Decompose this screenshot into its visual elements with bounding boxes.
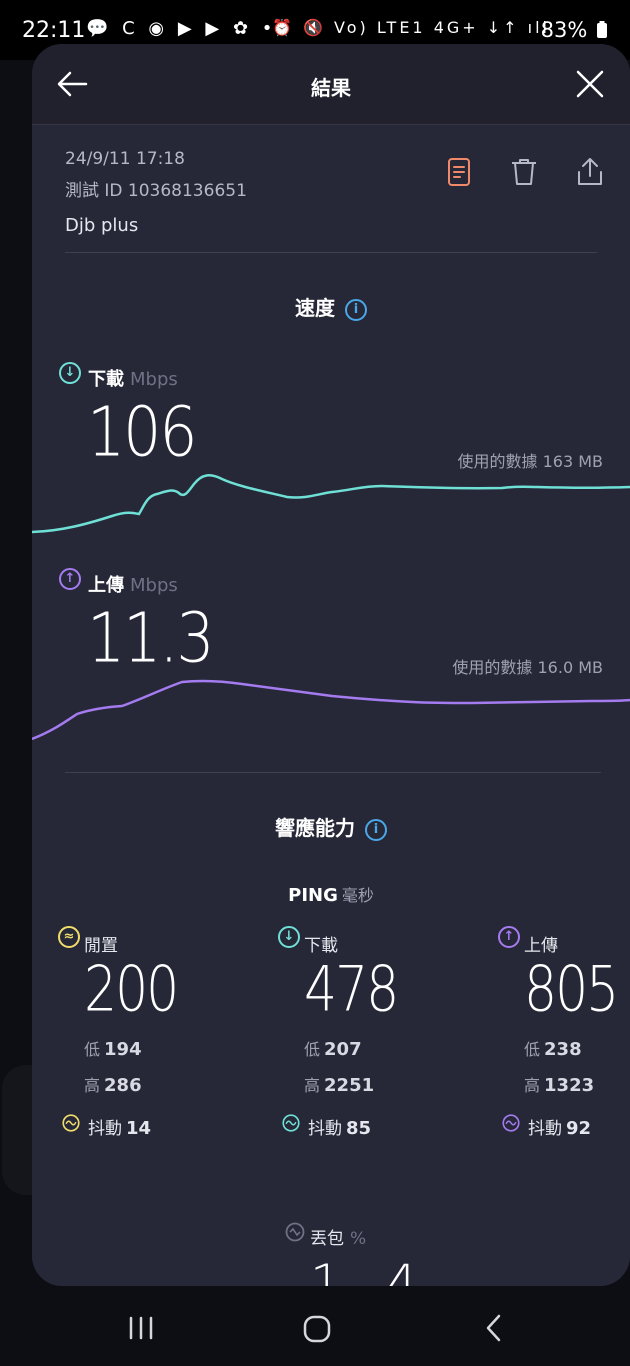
- upload-label-text: 上傳: [88, 575, 124, 596]
- upload-speed-value: 11.3: [87, 598, 215, 679]
- low-label: 低: [304, 1040, 321, 1059]
- idle-high: 高 286: [84, 1072, 142, 1096]
- battery-percent: 83%: [540, 18, 588, 42]
- upload-label: 上傳 Mbps: [88, 571, 178, 597]
- close-icon[interactable]: [570, 64, 610, 104]
- packet-loss-label: 丟包%: [310, 1224, 366, 1249]
- responsiveness-title-text: 響應能力: [275, 816, 355, 840]
- jitter-icon: [282, 1114, 300, 1132]
- status-time: 22:11: [22, 18, 86, 43]
- upload-graph: [32, 679, 630, 741]
- upload-low-value: 238: [544, 1039, 582, 1060]
- jitter-icon: [502, 1114, 520, 1132]
- sheet-header: 結果: [32, 44, 630, 125]
- upload-high: 高 1323: [524, 1072, 594, 1096]
- download-high: 高 2251: [304, 1072, 374, 1096]
- download-unit: Mbps: [130, 369, 178, 390]
- test-id: 測試 ID 10368136651: [65, 181, 247, 201]
- info-icon[interactable]: i: [345, 299, 367, 321]
- idle-low: 低 194: [84, 1036, 142, 1060]
- idle-label: 閒置: [84, 936, 118, 956]
- speed-section-title: 速度 i: [32, 292, 630, 321]
- upload-ping-label: 上傳: [524, 936, 558, 956]
- responsiveness-section-title: 響應能力 i: [32, 812, 630, 841]
- server-name: Djb plus: [65, 215, 139, 236]
- low-label: 低: [84, 1040, 101, 1059]
- download-graph: [32, 474, 630, 534]
- document-icon[interactable]: [443, 156, 475, 188]
- result-sheet: 結果 24/9/11 17:18 測試 ID 10368136651 Djb p…: [32, 44, 630, 1286]
- idle-low-value: 194: [104, 1039, 142, 1060]
- speed-title-text: 速度: [295, 296, 335, 320]
- upload-high-value: 1323: [544, 1075, 595, 1096]
- download-ping-value: 478: [304, 954, 399, 1026]
- download-high-value: 2251: [324, 1075, 375, 1096]
- notification-icons: 💬 C ◉ ▶ ▶ ✿ •: [86, 18, 277, 39]
- ping-heading: PING 毫秒: [32, 882, 630, 906]
- idle-high-value: 286: [104, 1075, 142, 1096]
- download-arrow-icon: ↓: [59, 362, 81, 384]
- info-icon[interactable]: i: [365, 819, 387, 841]
- download-speed-value: 106: [87, 392, 198, 473]
- jitter-icon: [62, 1114, 80, 1132]
- idle-ping-value: 200: [84, 954, 179, 1026]
- battery-icon: [597, 21, 607, 38]
- page-title: 結果: [311, 76, 351, 100]
- idle-jitter: 抖動 14: [88, 1114, 151, 1139]
- download-label: 下載 Mbps: [88, 365, 178, 391]
- download-low: 低 207: [304, 1036, 362, 1060]
- ping-unit: 毫秒: [341, 886, 374, 905]
- upload-unit: Mbps: [130, 575, 178, 596]
- high-label: 高: [84, 1076, 101, 1095]
- share-icon[interactable]: [574, 156, 606, 188]
- download-label-text: 下載: [88, 369, 124, 390]
- trash-icon[interactable]: [508, 156, 540, 188]
- divider: [65, 772, 601, 773]
- idle-jitter-value: 14: [126, 1118, 152, 1139]
- packet-loss-unit: %: [350, 1229, 367, 1249]
- battery-indicator: 83%: [541, 18, 608, 42]
- upload-arrow-icon: ↑: [498, 926, 520, 948]
- system-navigation-bar: [0, 1286, 630, 1366]
- ping-label: PING: [288, 885, 338, 906]
- upload-ping-value: 805: [524, 954, 619, 1026]
- upload-low: 低 238: [524, 1036, 582, 1060]
- high-label: 高: [304, 1076, 321, 1095]
- packet-loss-icon: [285, 1222, 305, 1242]
- back-icon[interactable]: [484, 1314, 502, 1342]
- download-arrow-icon: ↓: [278, 926, 300, 948]
- jitter-label: 抖動: [88, 1119, 122, 1139]
- recent-apps-icon[interactable]: [128, 1316, 154, 1340]
- low-label: 低: [524, 1040, 541, 1059]
- packet-loss-value: 1.4: [310, 1254, 432, 1286]
- jitter-label: 抖動: [528, 1119, 562, 1139]
- packet-loss-label-text: 丟包: [310, 1229, 344, 1249]
- upload-arrow-icon: ↑: [59, 568, 81, 590]
- upload-jitter: 抖動 92: [528, 1114, 591, 1139]
- high-label: 高: [524, 1076, 541, 1095]
- download-low-value: 207: [324, 1039, 362, 1060]
- upload-jitter-value: 92: [566, 1118, 592, 1139]
- home-icon[interactable]: [303, 1315, 331, 1343]
- test-date: 24/9/11 17:18: [65, 149, 185, 169]
- idle-icon: ≈: [58, 926, 80, 948]
- download-ping-label: 下載: [304, 936, 338, 956]
- divider: [65, 252, 597, 253]
- jitter-label: 抖動: [308, 1119, 342, 1139]
- download-jitter: 抖動 85: [308, 1114, 371, 1139]
- system-status-icons: ⏰ 🔇 Vo) LTE1 4G+ ↓↑ ıll: [272, 18, 550, 37]
- download-jitter-value: 85: [346, 1118, 372, 1139]
